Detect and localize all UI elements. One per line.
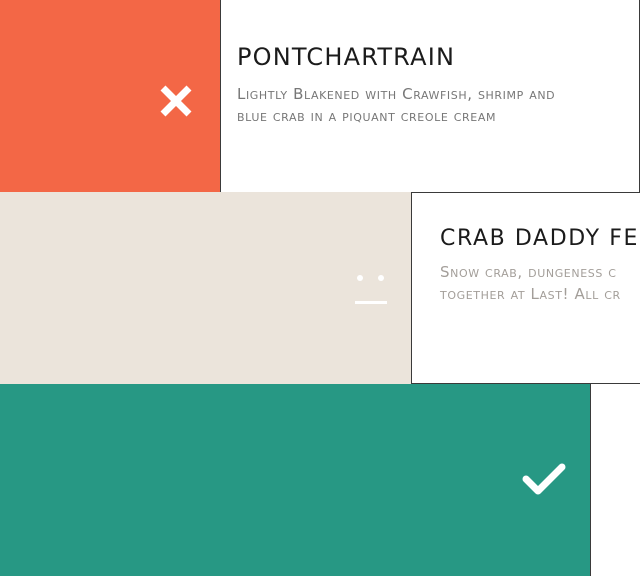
close-icon[interactable]: [156, 82, 196, 122]
menu-item-title: CRAB DADDY FE: [440, 226, 639, 251]
card-content: CRAB DADDY FE Snow crab, dungeness c tog…: [440, 226, 640, 305]
menu-item-card[interactable]: CRAB DADDY FE Snow crab, dungeness c tog…: [411, 192, 640, 384]
description-line: together at Last! All cr: [440, 285, 621, 303]
menu-row-pontchartrain: PONTCHARTRAIN Lightly Blakened with Craw…: [0, 0, 640, 192]
card-content: PONTCHARTRAIN Lightly Blakened with Craw…: [237, 43, 577, 127]
menu-item-description: Lightly Blakened with Crawfish, shrimp a…: [237, 85, 556, 125]
neutral-face-icon[interactable]: [354, 272, 390, 308]
menu-item-card[interactable]: PONTCHARTRAIN Lightly Blakened with Craw…: [220, 0, 640, 192]
accept-panel[interactable]: [0, 384, 590, 576]
description-line: Snow crab, dungeness c: [440, 263, 617, 281]
menu-row-accepted: [0, 384, 640, 576]
menu-item-description: Snow crab, dungeness c together at Last!…: [440, 261, 640, 305]
neutral-panel[interactable]: [0, 192, 411, 384]
menu-item-card[interactable]: [590, 384, 640, 576]
menu-item-title: PONTCHARTRAIN: [237, 43, 456, 71]
menu-row-crab-daddy: CRAB DADDY FE Snow crab, dungeness c tog…: [0, 192, 640, 384]
check-icon[interactable]: [521, 460, 567, 500]
reject-panel[interactable]: [0, 0, 220, 192]
